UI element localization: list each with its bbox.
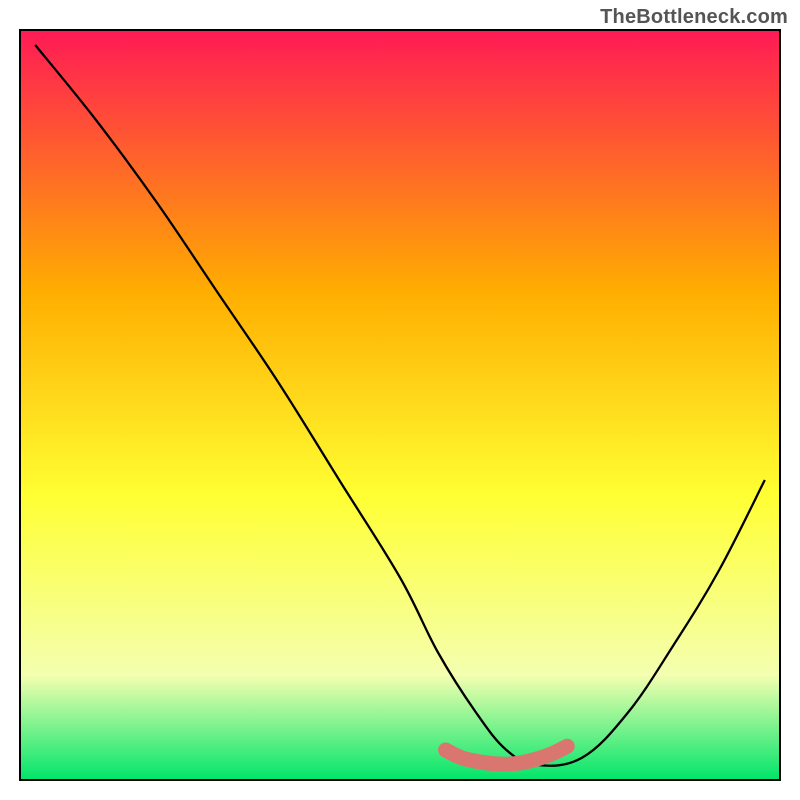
gradient-background [20, 30, 780, 780]
watermark-text: TheBottleneck.com [600, 6, 788, 29]
chart-stage: TheBottleneck.com [0, 0, 800, 800]
chart-svg [0, 0, 800, 800]
